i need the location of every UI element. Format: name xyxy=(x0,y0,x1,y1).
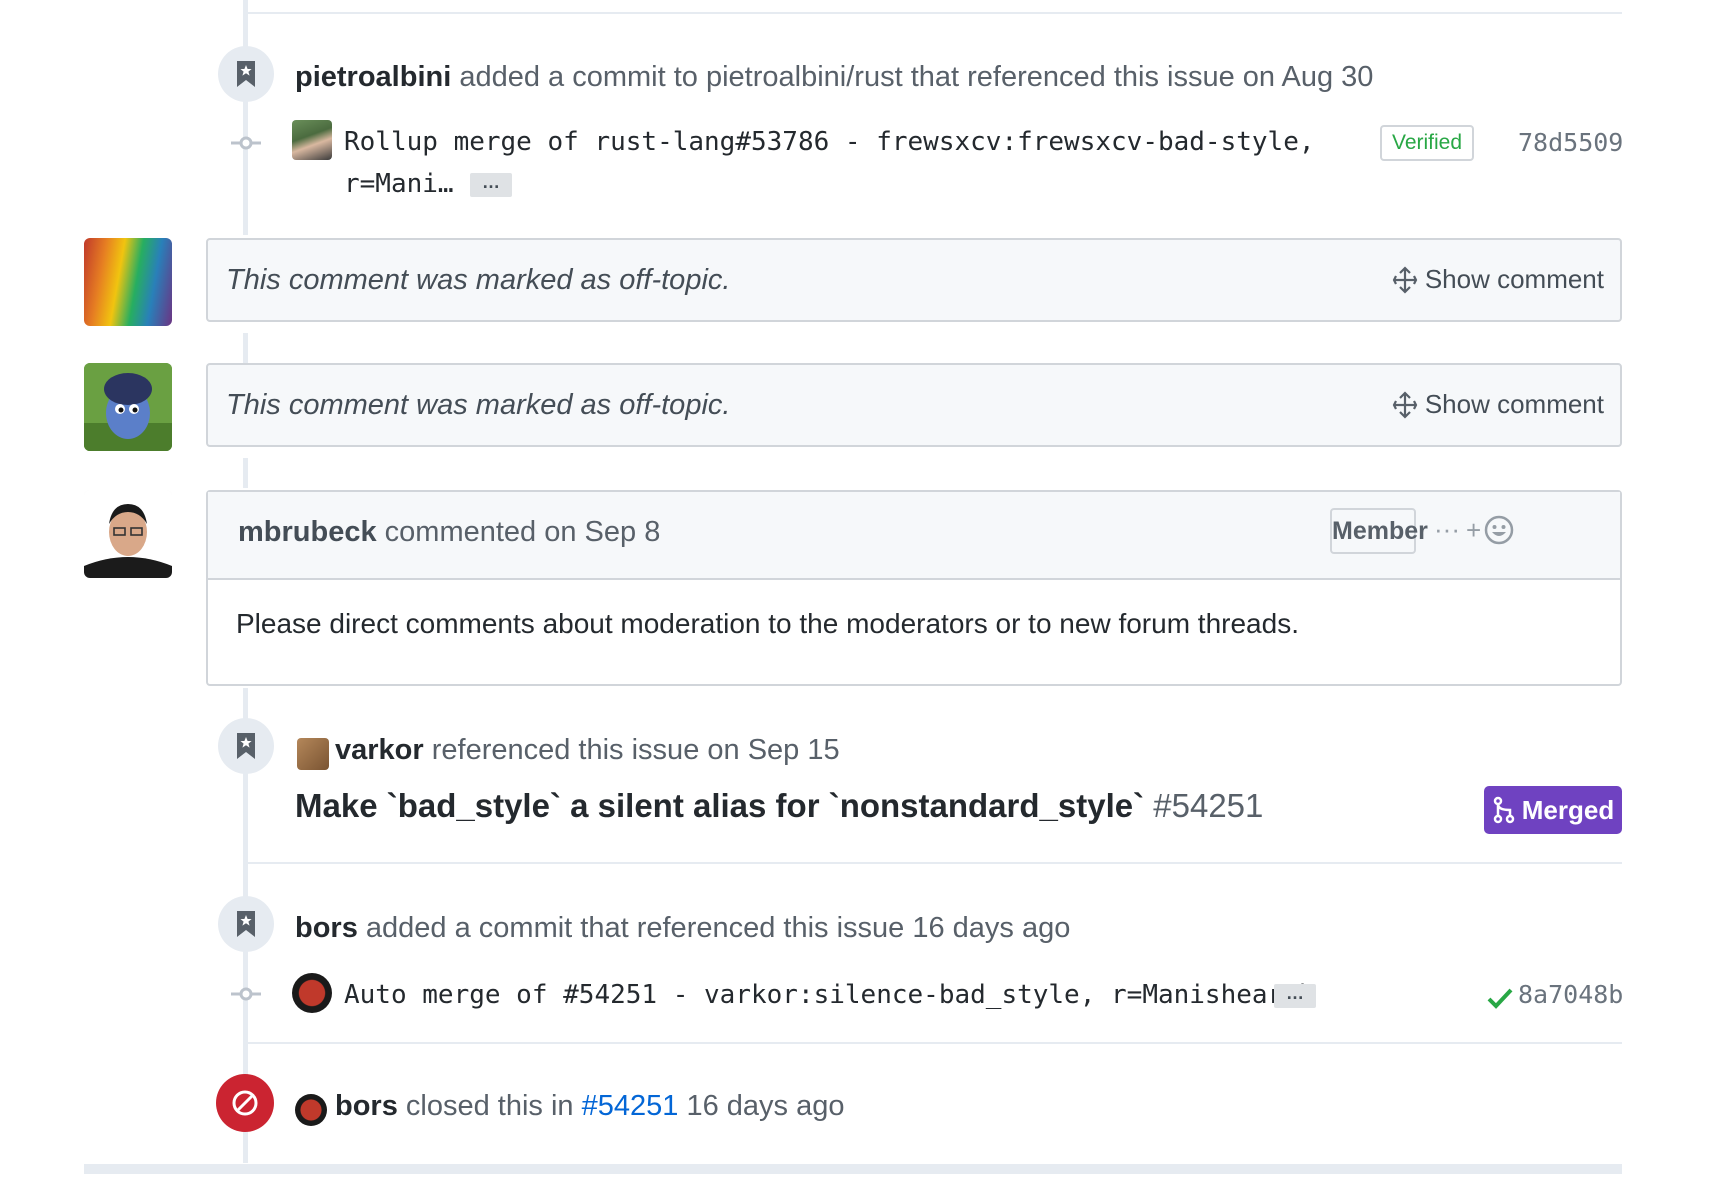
event-text: added a commit that referenced this issu… xyxy=(365,912,1071,944)
event-author[interactable]: pietroalbini xyxy=(295,61,451,93)
commit-icon xyxy=(231,987,261,1001)
hidden-comment: This comment was marked as off-topic. Sh… xyxy=(206,363,1622,447)
check-icon xyxy=(1487,988,1513,1009)
avatar[interactable] xyxy=(84,363,172,451)
member-badge: Member xyxy=(1330,508,1428,554)
bookmark-icon xyxy=(237,733,255,759)
commit-message[interactable]: Rollup merge of rust-lang#53786 - frewsx… xyxy=(344,127,1315,157)
commit-message-continued[interactable]: r=Mani… xyxy=(344,169,454,199)
show-comment-button[interactable]: Show comment xyxy=(1391,264,1604,295)
plus-label: + xyxy=(1466,514,1482,545)
event-text: closed this in xyxy=(405,1090,574,1122)
commit-message[interactable]: Auto merge of #54251 - varkor:silence-ba… xyxy=(344,980,1315,1010)
show-comment-label: Show comment xyxy=(1424,264,1604,294)
timeline-divider xyxy=(248,12,1622,14)
unfold-icon xyxy=(1392,265,1418,294)
person-avatar-icon xyxy=(84,490,172,578)
timeline-line xyxy=(243,458,248,488)
expand-commit-button[interactable]: … xyxy=(1274,984,1316,1008)
commit-icon xyxy=(231,136,261,150)
show-comment-label: Show comment xyxy=(1424,389,1604,419)
unfold-icon xyxy=(1392,390,1418,419)
pr-title-link[interactable]: Make `bad_style` a silent alias for `non… xyxy=(295,787,1144,824)
expand-commit-button[interactable]: … xyxy=(470,173,512,197)
timeline-end-bar xyxy=(84,1164,1622,1174)
comment-header: mbrubeck commented on Sep 8 Member + ··· xyxy=(208,492,1620,580)
commit-sha[interactable]: 8a7048b xyxy=(1518,980,1623,1009)
hidden-comment-text: This comment was marked as off-topic. xyxy=(226,389,731,421)
comment-header-text: mbrubeck commented on Sep 8 xyxy=(238,516,660,549)
commit-author-avatar[interactable] xyxy=(292,120,332,160)
bookmark-badge xyxy=(218,896,274,952)
event-author-avatar[interactable] xyxy=(297,738,329,770)
event-description: bors added a commit that referenced this… xyxy=(295,912,1070,945)
cartoon-avatar-icon xyxy=(84,363,172,451)
event-text: added a commit to pietroalbini/rust that… xyxy=(459,61,1374,93)
commit-sha[interactable]: 78d5509 xyxy=(1518,128,1623,157)
add-reaction-button[interactable]: + xyxy=(1466,514,1515,546)
hidden-comment: This comment was marked as off-topic. Sh… xyxy=(206,238,1622,322)
event-author[interactable]: bors xyxy=(295,912,358,944)
show-comment-button[interactable]: Show comment xyxy=(1391,389,1604,420)
event-description: pietroalbini added a commit to pietroalb… xyxy=(295,61,1373,94)
comment-body: Please direct comments about moderation … xyxy=(236,608,1299,639)
bookmark-badge xyxy=(218,46,274,102)
event-text: referenced this issue on Sep 15 xyxy=(431,734,840,766)
verified-badge[interactable]: Verified xyxy=(1380,125,1474,161)
pr-number[interactable]: #54251 xyxy=(1153,787,1263,824)
more-icon[interactable] xyxy=(1432,510,1433,511)
timeline-divider xyxy=(248,1042,1622,1044)
event-timestamp: 16 days ago xyxy=(686,1090,845,1122)
event-author[interactable]: bors xyxy=(335,1090,398,1122)
bookmark-icon xyxy=(237,911,255,937)
comment: mbrubeck commented on Sep 8 Member + ···… xyxy=(206,490,1622,686)
bookmark-badge xyxy=(218,718,274,774)
comment-timestamp[interactable]: commented on Sep 8 xyxy=(385,516,661,548)
hidden-comment-text: This comment was marked as off-topic. xyxy=(226,264,731,296)
bors-avatar[interactable] xyxy=(292,973,332,1013)
event-author[interactable]: varkor xyxy=(335,734,424,766)
bors-avatar[interactable] xyxy=(295,1094,327,1126)
circle-slash-icon xyxy=(232,1090,258,1116)
closing-pr-link[interactable]: #54251 xyxy=(582,1090,679,1122)
closed-badge xyxy=(216,1074,274,1132)
merged-label: Merged xyxy=(1521,794,1615,825)
bookmark-icon xyxy=(237,61,255,87)
timeline-line xyxy=(243,0,248,235)
avatar[interactable] xyxy=(84,238,172,326)
event-description: bors closed this in #54251 16 days ago xyxy=(335,1090,844,1123)
avatar[interactable] xyxy=(84,490,172,578)
timeline-line xyxy=(243,333,248,363)
timeline-divider xyxy=(248,862,1622,864)
referenced-pr: Make `bad_style` a silent alias for `non… xyxy=(295,787,1263,825)
more-options-label[interactable]: ··· xyxy=(1434,514,1460,545)
merged-status-badge: Merged xyxy=(1484,786,1622,834)
comment-author[interactable]: mbrubeck xyxy=(238,516,377,548)
event-description: varkor referenced this issue on Sep 15 xyxy=(335,734,840,767)
git-merge-icon xyxy=(1493,796,1515,824)
smiley-icon xyxy=(1484,515,1514,545)
